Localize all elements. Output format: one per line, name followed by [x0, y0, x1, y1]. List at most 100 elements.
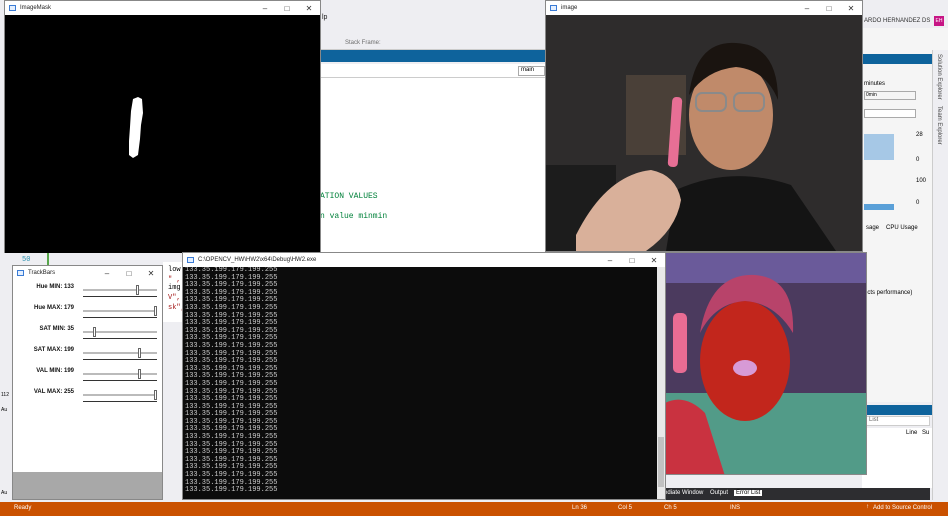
close-icon[interactable]: ✕	[140, 269, 162, 278]
image-window[interactable]: image – □ ✕	[545, 0, 863, 252]
trackbar-thumb[interactable]	[154, 306, 157, 316]
code-fragment-line: low	[168, 266, 181, 274]
cpu-min: 0	[916, 200, 920, 206]
code-line: n value minmin	[320, 212, 388, 221]
webcam-photo	[546, 15, 862, 251]
title-bar[interactable]: ImageMask – □ ✕	[5, 1, 320, 15]
line-number: 50	[22, 256, 31, 264]
window-icon	[17, 270, 24, 276]
minimize-icon[interactable]: –	[254, 4, 276, 13]
maximize-icon[interactable]: □	[621, 256, 643, 265]
tab-memory-usage[interactable]: sage	[866, 225, 879, 231]
trackbar-label: Hue MIN: 133	[36, 284, 74, 290]
console-scrollbar[interactable]	[657, 267, 665, 499]
window-title: C:\OPENCV_HW\HW2\x64\Debug\HW2.exe	[198, 257, 317, 263]
trackbar-row: VAL MIN: 199	[13, 368, 162, 390]
maximize-icon[interactable]: □	[818, 4, 840, 13]
trackbar-label: SAT MIN: 35	[39, 326, 74, 332]
trackbar-slider[interactable]	[83, 327, 157, 337]
status-line: Ln 36	[572, 505, 588, 511]
close-icon[interactable]: ✕	[298, 4, 320, 13]
source-control-icon: ↑	[866, 504, 869, 510]
bottom-tool-tabs: ediate Window Output Error List	[660, 488, 930, 500]
solution-explorer-tab[interactable]: Solution Explorer	[936, 54, 942, 100]
status-char: Ch 5	[664, 505, 677, 511]
code-editor[interactable]: ATION VALUES n value minmin	[320, 78, 545, 253]
function-dropdown[interactable]: main	[518, 66, 545, 76]
status-bar: Ready Ln 36 Col 5 Ch 5 INS ↑ Add to Sour…	[0, 502, 948, 516]
tab-error-list[interactable]: Error List	[734, 490, 763, 496]
trackbar-label: Hue MAX: 179	[33, 305, 74, 311]
webcam-frame	[546, 15, 862, 251]
hsv-image-window[interactable]	[664, 252, 867, 475]
trackbar-baseline	[83, 380, 157, 381]
trackbar-row: SAT MIN: 35	[13, 326, 162, 348]
minimize-icon[interactable]: –	[599, 256, 621, 265]
minimize-icon[interactable]: –	[96, 269, 118, 278]
status-ins: INS	[730, 505, 741, 511]
team-explorer-tab[interactable]: Team Explorer	[936, 106, 942, 145]
trackbar-thumb[interactable]	[154, 390, 157, 400]
trackbar-slider[interactable]	[83, 390, 157, 400]
trackbar-baseline	[83, 338, 157, 339]
trackbars-window[interactable]: TrackBars – □ ✕ Hue MIN: 133 Hue MAX: 179…	[12, 265, 163, 500]
close-icon[interactable]: ✕	[643, 256, 665, 265]
window-icon	[550, 5, 557, 11]
trackbar-thumb[interactable]	[138, 369, 142, 379]
trackbar-thumb[interactable]	[92, 327, 96, 337]
time-field[interactable]: 0min	[864, 91, 916, 100]
maximize-icon[interactable]: □	[276, 4, 298, 13]
trackbar-slider[interactable]	[83, 369, 157, 379]
left-mark: 112	[1, 392, 9, 398]
scrollbar-thumb[interactable]	[658, 437, 664, 487]
left-mark: Au	[1, 490, 8, 496]
cpu-max: 100	[916, 178, 927, 184]
title-bar[interactable]: TrackBars – □ ✕	[13, 266, 162, 280]
tab-immediate-window[interactable]: ediate Window	[664, 490, 703, 496]
mask-canvas	[5, 15, 320, 253]
vs-navigation-bar	[320, 64, 545, 78]
tab-cpu-usage[interactable]: CPU Usage	[886, 225, 918, 231]
code-line: ATION VALUES	[320, 192, 378, 201]
right-tool-strip: Solution Explorer Team Explorer	[932, 50, 948, 500]
error-list-search[interactable]: List	[866, 416, 930, 426]
trackbar-thumb[interactable]	[138, 348, 142, 358]
vs-menu-fragment[interactable]: lp	[322, 14, 327, 21]
console-output[interactable]: 133.35.199.179.199.255 133.35.199.179.199…	[183, 267, 657, 499]
status-col: Col 5	[618, 505, 633, 511]
column-line[interactable]: Line	[906, 430, 917, 436]
error-list-header	[862, 405, 932, 415]
code-fragment: low " , img V", sk",	[163, 262, 185, 322]
trackbar-label: SAT MAX: 199	[33, 347, 74, 353]
tab-output[interactable]: Output	[710, 490, 728, 496]
performance-note: ects performance)	[864, 290, 913, 296]
filter-field[interactable]	[864, 109, 916, 118]
mask-blob	[129, 97, 143, 158]
change-marker	[47, 253, 49, 265]
minutes-label: minutes	[864, 81, 886, 87]
maximize-icon[interactable]: □	[118, 269, 140, 278]
trackbar-slider[interactable]	[83, 306, 157, 316]
error-list-body: Line Su	[862, 428, 932, 488]
close-icon[interactable]: ✕	[840, 4, 862, 13]
console-icon	[187, 257, 194, 263]
trackbar-baseline	[83, 317, 157, 318]
console-window[interactable]: C:\OPENCV_HW\HW2\x64\Debug\HW2.exe – □ ✕…	[182, 252, 666, 500]
image-mask-window[interactable]: ImageMask – □ ✕	[4, 0, 321, 253]
window-title: image	[561, 5, 578, 11]
title-bar[interactable]: image – □ ✕	[546, 1, 862, 15]
trackbar-slider[interactable]	[83, 285, 157, 295]
trackbar-row: VAL MAX: 255	[13, 389, 162, 411]
left-strip: 112 Au Au	[0, 252, 12, 500]
window-icon	[9, 5, 16, 11]
column-suppression[interactable]: Su	[922, 430, 929, 436]
trackbar-baseline	[83, 296, 157, 297]
add-to-source-control[interactable]: Add to Source Control	[873, 505, 932, 511]
title-bar[interactable]: C:\OPENCV_HW\HW2\x64\Debug\HW2.exe – □ ✕	[183, 253, 665, 267]
trackbar-thumb[interactable]	[135, 285, 139, 295]
user-avatar[interactable]: EH	[934, 16, 944, 26]
trackbar-slider[interactable]	[83, 348, 157, 358]
vs-document-tabbar	[320, 50, 545, 62]
trackbar-row: Hue MIN: 133	[13, 284, 162, 306]
minimize-icon[interactable]: –	[796, 4, 818, 13]
